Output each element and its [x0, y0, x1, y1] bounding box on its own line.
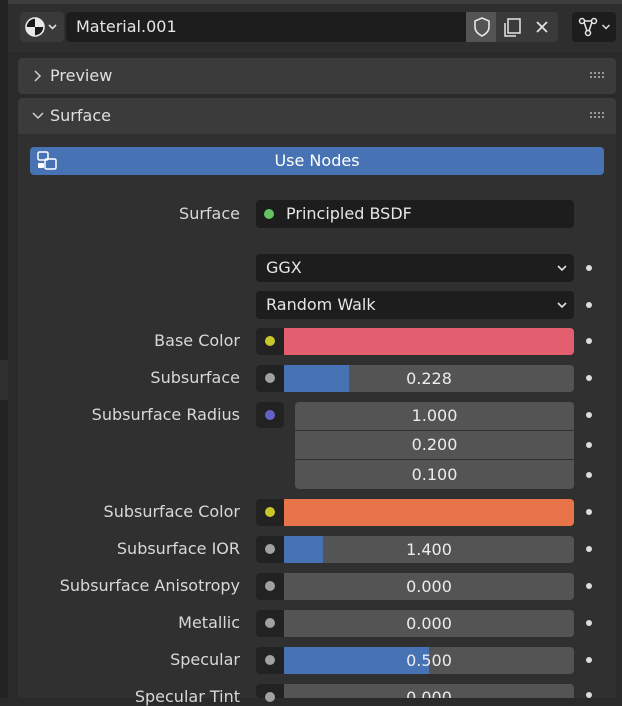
subsurface-color-socket-button[interactable] [256, 499, 284, 526]
node-tree-icon [578, 17, 598, 37]
use-nodes-icon [37, 151, 57, 170]
surface-label: Surface [179, 204, 240, 223]
keyframe-dot[interactable] [586, 620, 592, 626]
subsurface-ior-slider[interactable]: 1.400 [284, 536, 574, 563]
keyframe-dot[interactable] [586, 583, 592, 589]
socket-icon [265, 581, 275, 591]
subsurface-anisotropy-socket-button[interactable] [256, 573, 284, 600]
surface-panel-header[interactable]: Surface [18, 98, 616, 134]
specular-value: 0.500 [406, 651, 452, 670]
socket-icon [265, 410, 275, 420]
keyframe-dot[interactable] [586, 265, 592, 271]
subsurface-label: Subsurface [150, 368, 240, 387]
grip-icon[interactable] [590, 72, 604, 80]
duplicate-icon [504, 18, 521, 37]
base-color-swatch[interactable] [284, 328, 574, 355]
specular-tint-slider[interactable]: 0.000 [284, 684, 574, 698]
distribution-dropdown[interactable]: GGX [256, 254, 574, 282]
specular-socket-button[interactable] [256, 647, 284, 674]
subsurface-ior-socket-button[interactable] [256, 536, 284, 563]
subsurface-radius-z-field[interactable]: 0.100 [295, 460, 574, 489]
surface-panel-title: Surface [50, 106, 111, 125]
keyframe-dot[interactable] [586, 509, 592, 515]
metallic-label: Metallic [178, 613, 240, 632]
socket-icon [265, 544, 275, 554]
subsurface-color-label: Subsurface Color [103, 502, 240, 521]
chevron-down-icon [557, 265, 567, 272]
material-browse-button[interactable] [20, 12, 64, 42]
material-sphere-icon [25, 17, 57, 37]
chevron-down-icon [557, 302, 567, 309]
use-nodes-button[interactable]: Use Nodes [30, 147, 604, 175]
keyframe-dot[interactable] [586, 472, 592, 478]
metallic-slider[interactable]: 0.000 [284, 610, 574, 637]
preview-panel-header[interactable]: Preview [18, 58, 616, 94]
subsurface-ior-value: 1.400 [406, 540, 452, 559]
header-top-line [8, 0, 622, 4]
duplicate-material-button[interactable] [496, 12, 528, 42]
specular-label: Specular [170, 650, 240, 669]
subsurface-value: 0.228 [406, 369, 452, 388]
base-color-label: Base Color [154, 331, 240, 350]
keyframe-dot[interactable] [586, 692, 592, 698]
socket-icon [265, 507, 275, 517]
socket-icon [265, 655, 275, 665]
base-color-socket-button[interactable] [256, 328, 284, 355]
subsurface-socket-button[interactable] [256, 365, 284, 392]
surface-shader-name: Principled BSDF [286, 204, 412, 223]
grip-icon[interactable] [590, 112, 604, 120]
fake-user-shield-icon [474, 17, 490, 37]
subsurface-method-dropdown[interactable]: Random Walk [256, 291, 574, 319]
subsurface-radius-y-field[interactable]: 0.200 [295, 431, 574, 459]
specular-tint-socket-button[interactable] [256, 684, 284, 702]
chevron-down-icon [32, 112, 44, 120]
keyframe-dot[interactable] [586, 302, 592, 308]
socket-icon [265, 373, 275, 383]
metallic-value: 0.000 [406, 614, 452, 633]
material-name-field[interactable]: Material.001 [66, 12, 466, 42]
chevron-down-icon [601, 24, 611, 30]
surface-shader-field[interactable]: Principled BSDF [256, 200, 574, 228]
subsurface-radius-label: Subsurface Radius [91, 405, 240, 424]
keyframe-dot[interactable] [586, 412, 592, 418]
use-nodes-label: Use Nodes [274, 151, 360, 170]
preview-panel-title: Preview [50, 66, 113, 85]
socket-icon [265, 692, 275, 702]
subsurface-radius-x-field[interactable]: 1.000 [295, 402, 574, 430]
subsurface-anisotropy-label: Subsurface Anisotropy [59, 576, 240, 595]
subsurface-radius-z: 0.100 [411, 465, 458, 484]
subsurface-method-value: Random Walk [266, 295, 376, 314]
socket-icon [265, 336, 275, 346]
keyframe-dot[interactable] [586, 338, 592, 344]
keyframe-dot[interactable] [586, 442, 592, 448]
subsurface-color-swatch[interactable] [284, 499, 574, 526]
left-edge [0, 0, 8, 698]
fake-user-button[interactable] [466, 12, 498, 42]
chevron-down-icon [48, 24, 57, 30]
keyframe-dot[interactable] [586, 375, 592, 381]
keyframe-dot[interactable] [586, 546, 592, 552]
subsurface-radius-x: 1.000 [411, 406, 458, 425]
subsurface-radius-socket-button[interactable] [256, 402, 284, 428]
keyframe-dot[interactable] [586, 657, 592, 663]
shader-socket-icon [264, 209, 274, 219]
socket-icon [265, 618, 275, 628]
unlink-material-button[interactable] [526, 12, 558, 42]
subsurface-anisotropy-slider[interactable]: 0.000 [284, 573, 574, 600]
node-tree-dropdown[interactable] [572, 12, 616, 42]
chevron-right-icon [34, 70, 42, 82]
close-icon [536, 21, 548, 33]
subsurface-anisotropy-value: 0.000 [406, 577, 452, 596]
specular-slider[interactable]: 0.500 [284, 647, 574, 674]
subsurface-slider[interactable]: 0.228 [284, 365, 574, 392]
specular-tint-label: Specular Tint [134, 687, 240, 706]
distribution-value: GGX [266, 258, 302, 277]
left-edge-divider [0, 360, 8, 400]
metallic-socket-button[interactable] [256, 610, 284, 637]
specular-tint-value: 0.000 [406, 688, 452, 698]
subsurface-ior-label: Subsurface IOR [116, 539, 240, 558]
subsurface-radius-y: 0.200 [411, 435, 458, 454]
